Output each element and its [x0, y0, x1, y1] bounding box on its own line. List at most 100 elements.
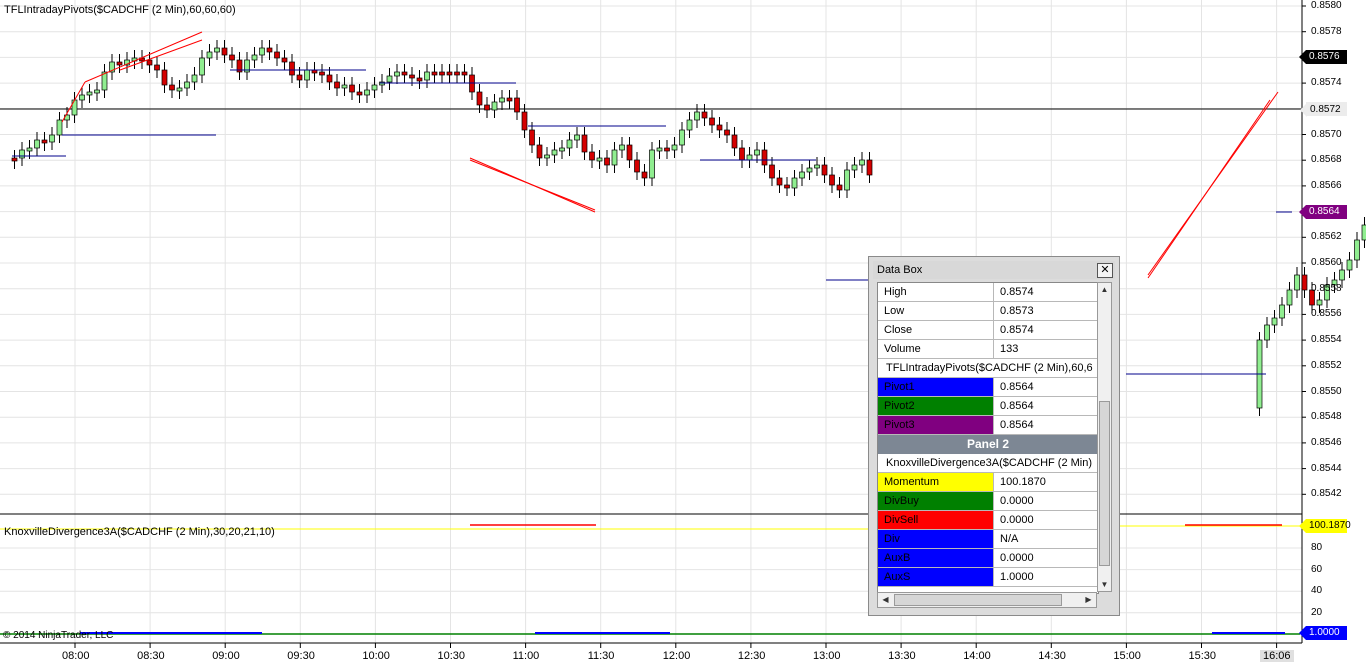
- candle-body: [79, 94, 85, 101]
- candle-body: [191, 74, 198, 83]
- data-box-grid[interactable]: High 0.8574 Low 0.8573 Close 0.8574 Volume 133 T…: [877, 282, 1099, 594]
- candle-body: [356, 91, 363, 96]
- candle-body: [679, 129, 685, 146]
- data-box-row[interactable]: Low 0.8573: [878, 302, 1098, 321]
- data-box-row[interactable]: AuxS 1.0000: [878, 568, 1098, 587]
- data-box-row-label: Close: [878, 321, 994, 339]
- candle-body: [694, 111, 700, 121]
- scroll-up-icon[interactable]: ▲: [1098, 283, 1111, 296]
- data-box-row[interactable]: Pivot1 0.8564: [878, 378, 1098, 397]
- data-box-indicator1-header: TFLIntradayPivots($CADCHF (2 Min),60,6: [878, 359, 1098, 378]
- candle-body: [94, 89, 100, 94]
- data-box-row[interactable]: Volume 133: [878, 340, 1098, 359]
- data-box-row[interactable]: DivSell 0.0000: [878, 511, 1098, 530]
- data-box-row-label: DivSell: [878, 511, 994, 529]
- price-label: 0.8552: [1311, 359, 1342, 371]
- scroll-right-icon[interactable]: ▶: [1082, 593, 1095, 606]
- candle-body: [56, 119, 63, 136]
- candle-body: [1346, 259, 1353, 271]
- scroll-left-icon[interactable]: ◀: [879, 593, 892, 606]
- panel2-label: 80: [1311, 542, 1323, 553]
- crosshair-price-tag: 0.8572: [1300, 102, 1347, 117]
- candle-body: [409, 74, 415, 79]
- candle-body: [214, 47, 220, 53]
- candle-body: [1294, 274, 1300, 291]
- data-box-row[interactable]: Pivot2 0.8564: [878, 397, 1098, 416]
- data-box-row-label: Pivot1: [878, 378, 994, 396]
- candle-body: [716, 124, 723, 131]
- time-label: 11:30: [587, 650, 615, 662]
- candle-body: [334, 81, 340, 89]
- data-box-row[interactable]: High 0.8574: [878, 283, 1098, 302]
- candle-body: [1316, 299, 1323, 306]
- candle-body: [461, 71, 468, 76]
- price-label: 0.8550: [1311, 385, 1342, 397]
- data-box-panel2-header: Panel 2: [878, 435, 1098, 454]
- candle-body: [611, 149, 618, 166]
- candle-body: [1271, 317, 1278, 326]
- time-label: 13:30: [888, 650, 916, 662]
- vertical-scroll-thumb[interactable]: [1099, 401, 1110, 566]
- data-box-row-value: 0.8564: [1000, 419, 1034, 431]
- candle-body: [424, 71, 430, 81]
- candle-body: [184, 81, 190, 89]
- copyright-text: © 2014 NinjaTrader, LLC: [3, 630, 114, 641]
- data-box-row[interactable]: Close 0.8574: [878, 321, 1098, 340]
- candle-body: [821, 164, 828, 176]
- candle-body: [686, 119, 693, 131]
- data-box-window[interactable]: Data Box ✕ High 0.8574 Low 0.8573 Close 0.857…: [868, 256, 1120, 616]
- candle-body: [1264, 324, 1270, 341]
- close-icon[interactable]: ✕: [1097, 263, 1113, 278]
- chart-canvas[interactable]: [0, 0, 1366, 669]
- candle-body: [439, 71, 445, 76]
- candle-body: [274, 51, 280, 59]
- chart-area[interactable]: TFLIntradayPivots($CADCHF (2 Min),60,60,…: [0, 0, 1366, 669]
- data-box-row-value: N/A: [1000, 533, 1019, 545]
- candle-body: [491, 101, 498, 111]
- data-box-row[interactable]: Pivot3 0.8564: [878, 416, 1098, 435]
- candle-body: [521, 111, 528, 131]
- data-box-titlebar[interactable]: Data Box ✕: [873, 261, 1115, 279]
- candle-body: [304, 69, 310, 81]
- data-box-row[interactable]: Div N/A: [878, 530, 1098, 549]
- candle-body: [341, 84, 348, 89]
- candle-body: [641, 171, 648, 179]
- candle-body: [769, 164, 775, 179]
- horizontal-scrollbar[interactable]: ◀ ▶: [877, 592, 1097, 608]
- data-box-row[interactable]: DivBuy 0.0000: [878, 492, 1098, 511]
- candle-body: [1286, 289, 1293, 306]
- candle-body: [34, 139, 40, 149]
- price-label: 0.8548: [1311, 411, 1342, 423]
- price-label: 0.8546: [1311, 436, 1342, 448]
- candle-body: [724, 129, 730, 136]
- candle-body: [49, 134, 55, 143]
- candle-body: [364, 89, 370, 96]
- vertical-scrollbar[interactable]: ▲ ▼: [1097, 282, 1112, 592]
- data-box-row[interactable]: Momentum 100.1870: [878, 473, 1098, 492]
- candle-body: [154, 64, 160, 71]
- scroll-down-icon[interactable]: ▼: [1098, 578, 1111, 591]
- candle-body: [161, 69, 168, 86]
- data-box-row-label: Volume: [878, 340, 994, 358]
- panel2-label: 40: [1311, 585, 1323, 597]
- current-time-tag: 16:06: [1260, 650, 1294, 662]
- candle-body: [836, 184, 843, 191]
- price-label: 0.8580: [1311, 0, 1342, 11]
- candle-body: [431, 71, 438, 76]
- candle-body: [416, 77, 423, 82]
- panel1-title: TFLIntradayPivots($CADCHF (2 Min),60,60,…: [4, 4, 236, 16]
- data-box-row-label: Pivot3: [878, 416, 994, 434]
- candle-body: [709, 117, 715, 126]
- data-box-row-value: 0.0000: [1000, 495, 1034, 507]
- horizontal-scroll-thumb[interactable]: [894, 594, 1062, 606]
- data-box-row-value: 0.8573: [1000, 305, 1034, 317]
- candle-body: [259, 47, 265, 56]
- price-label: 0.8554: [1311, 334, 1342, 346]
- candle-body: [146, 59, 153, 66]
- data-box-row-value: 0.8574: [1000, 324, 1034, 336]
- time-label: 09:00: [212, 650, 240, 662]
- data-box-row[interactable]: AuxB 0.0000: [878, 549, 1098, 568]
- price-label: 0.8562: [1311, 231, 1342, 243]
- price-label: 0.8568: [1311, 154, 1342, 166]
- candle-body: [71, 99, 78, 116]
